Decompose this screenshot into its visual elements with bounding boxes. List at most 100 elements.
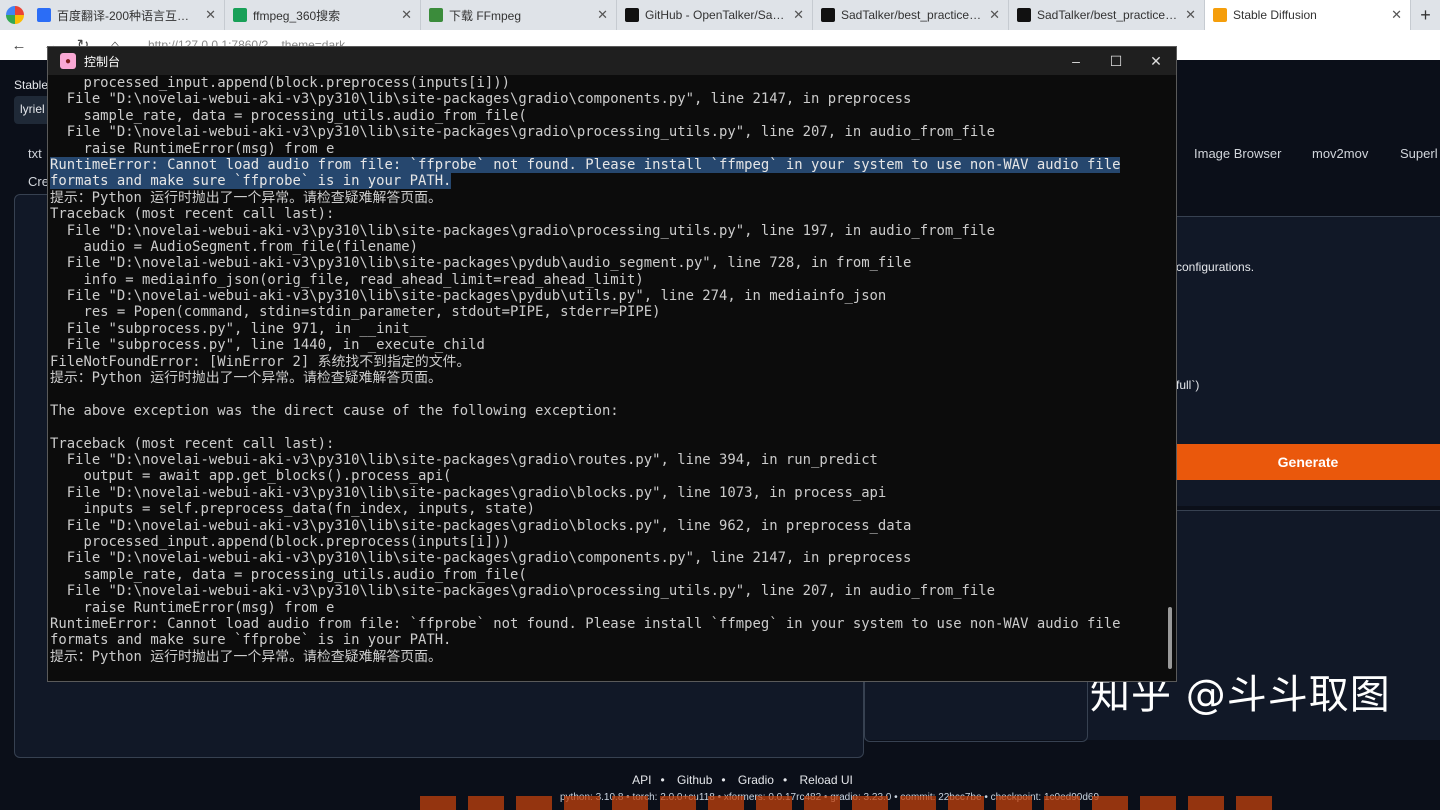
browser-tab-label: SadTalker/best_practice.md <box>1037 8 1180 22</box>
console-line: inputs = self.preprocess_data(fn_index, … <box>50 501 1150 517</box>
maximize-icon[interactable]: ☐ <box>1096 47 1136 75</box>
console-line-text: File "D:\novelai-webui-aki-v3\py310\lib\… <box>50 583 996 600</box>
console-scrollbar[interactable] <box>1168 607 1172 669</box>
console-line-text: Traceback (most recent call last): <box>50 206 335 223</box>
console-line: File "D:\novelai-webui-aki-v3\py310\lib\… <box>50 288 1150 304</box>
console-line-text: File "subprocess.py", line 1440, in _exe… <box>50 337 485 354</box>
console-line-text: raise RuntimeError(msg) from e <box>50 599 335 616</box>
back-arrow-icon[interactable]: ← <box>10 37 28 54</box>
console-line: 提示：Python 运行时抛出了一个异常。请检查疑难解答页面。 <box>50 370 1150 386</box>
console-line: Traceback (most recent call last): <box>50 206 1150 222</box>
create-label: Cre <box>28 174 49 189</box>
tab-txt2img[interactable]: txt <box>28 146 42 161</box>
footer-gradio-link[interactable]: Gradio <box>738 773 774 787</box>
console-line-text: output = await app.get_blocks().process_… <box>50 468 452 485</box>
console-line-text: raise RuntimeError(msg) from e <box>50 140 335 157</box>
browser-tab[interactable]: Stable Diffusion ✕ <box>1205 0 1411 30</box>
console-line: FileNotFoundError: [WinError 2] 系统找不到指定的… <box>50 354 1150 370</box>
browser-tab[interactable]: 百度翻译-200种语言互译、沟通 ✕ <box>29 0 225 30</box>
tab-close-icon[interactable]: ✕ <box>205 7 216 23</box>
console-line-text: formats and make sure `ffprobe` is in yo… <box>50 632 452 649</box>
console-line: RuntimeError: Cannot load audio from fil… <box>50 616 1150 632</box>
browser-tab[interactable]: GitHub - OpenTalker/SadTalker ✕ <box>617 0 813 30</box>
console-titlebar[interactable]: ● 控制台 – ☐ ✕ <box>48 47 1176 75</box>
console-line: info = mediainfo_json(orig_file, read_ah… <box>50 272 1150 288</box>
console-line-text: File "D:\novelai-webui-aki-v3\py310\lib\… <box>50 222 996 239</box>
tab-close-icon[interactable]: ✕ <box>1185 7 1196 23</box>
console-output[interactable]: processed_input.append(block.preprocess(… <box>50 75 1150 681</box>
console-title: 控制台 <box>84 54 121 69</box>
generate-button[interactable]: Generate <box>1176 444 1440 480</box>
tab-close-icon[interactable]: ✕ <box>597 7 608 23</box>
github-icon <box>625 8 639 22</box>
console-line-text: sample_rate, data = processing_utils.aud… <box>50 566 527 583</box>
console-line: File "D:\novelai-webui-aki-v3\py310\lib\… <box>50 223 1150 239</box>
console-line: File "D:\novelai-webui-aki-v3\py310\lib\… <box>50 583 1150 599</box>
full-text: full`) <box>1176 378 1200 392</box>
subtitle-overlay-strip <box>420 796 1280 810</box>
tab-image-browser[interactable]: Image Browser <box>1194 146 1281 161</box>
console-line: processed_input.append(block.preprocess(… <box>50 75 1150 91</box>
console-line-text: File "D:\novelai-webui-aki-v3\py310\lib\… <box>50 91 912 108</box>
console-line-text: File "D:\novelai-webui-aki-v3\py310\lib\… <box>50 517 912 534</box>
footer-api-link[interactable]: API <box>632 773 651 787</box>
browser-logo-icon[interactable] <box>0 0 29 30</box>
browser-tab-label: Stable Diffusion <box>1233 8 1317 22</box>
console-line-text: FileNotFoundError: [WinError 2] 系统找不到指定的… <box>50 353 471 370</box>
search-360-icon <box>233 8 247 22</box>
footer-reload-link[interactable]: Reload UI <box>800 773 853 787</box>
tab-superl[interactable]: Superl <box>1400 146 1438 161</box>
console-line-text: 提示：Python 运行时抛出了一个异常。请检查疑难解答页面。 <box>50 648 442 665</box>
window-controls: – ☐ ✕ <box>1056 47 1176 75</box>
console-line-text: File "D:\novelai-webui-aki-v3\py310\lib\… <box>50 451 878 468</box>
console-line-text: 提示：Python 运行时抛出了一个异常。请检查疑难解答页面。 <box>50 189 442 206</box>
browser-tab-label: SadTalker/best_practice.md <box>841 8 984 22</box>
console-line: The above exception was the direct cause… <box>50 403 1150 419</box>
browser-tab[interactable]: ffmpeg_360搜索 ✕ <box>225 0 421 30</box>
console-line-text: processed_input.append(block.preprocess(… <box>50 533 510 550</box>
console-line: audio = AudioSegment.from_file(filename) <box>50 239 1150 255</box>
footer-github-link[interactable]: Github <box>677 773 712 787</box>
translate-icon <box>37 8 51 22</box>
console-line: RuntimeError: Cannot load audio from fil… <box>50 156 1150 173</box>
console-line: sample_rate, data = processing_utils.aud… <box>50 108 1150 124</box>
new-tab-button[interactable]: + <box>1411 0 1440 30</box>
browser-tab[interactable]: SadTalker/best_practice.md ✕ <box>813 0 1009 30</box>
github-icon <box>1017 8 1031 22</box>
tab-close-icon[interactable]: ✕ <box>989 7 1000 23</box>
console-line-text: processed_input.append(block.preprocess(… <box>50 75 510 91</box>
console-line-text: inputs = self.preprocess_data(fn_index, … <box>50 501 536 518</box>
ffmpeg-icon <box>429 8 443 22</box>
close-icon[interactable]: ✕ <box>1136 47 1176 75</box>
console-line: output = await app.get_blocks().process_… <box>50 468 1150 484</box>
browser-tab-strip: 百度翻译-200种语言互译、沟通 ✕ ffmpeg_360搜索 ✕ 下载 FFmpeg ✕… <box>0 0 1440 30</box>
tab-close-icon[interactable]: ✕ <box>793 7 804 23</box>
tab-close-icon[interactable]: ✕ <box>1391 7 1402 23</box>
tab-close-icon[interactable]: ✕ <box>401 7 412 23</box>
console-line: File "D:\novelai-webui-aki-v3\py310\lib\… <box>50 550 1150 566</box>
tab-mov2mov[interactable]: mov2mov <box>1312 146 1368 161</box>
console-line: 提示：Python 运行时抛出了一个异常。请检查疑难解答页面。 <box>50 649 1150 665</box>
console-line: formats and make sure `ffprobe` is in yo… <box>50 632 1150 648</box>
console-line-text: info = mediainfo_json(orig_file, read_ah… <box>50 271 644 288</box>
console-window: ● 控制台 – ☐ ✕ processed_input.append(block… <box>47 46 1177 682</box>
browser-tab-label: GitHub - OpenTalker/SadTalker <box>645 8 787 22</box>
console-line-text: File "D:\novelai-webui-aki-v3\py310\lib\… <box>50 124 996 141</box>
console-line-text: RuntimeError: Cannot load audio from fil… <box>50 156 1121 173</box>
browser-tab[interactable]: SadTalker/best_practice.md ✕ <box>1009 0 1205 30</box>
minimize-icon[interactable]: – <box>1056 47 1096 75</box>
model-label: Stable <box>14 78 49 92</box>
console-line: raise RuntimeError(msg) from e <box>50 600 1150 616</box>
browser-tab[interactable]: 下载 FFmpeg ✕ <box>421 0 617 30</box>
console-line-text: sample_rate, data = processing_utils.aud… <box>50 107 527 124</box>
browser-tab-label: ffmpeg_360搜索 <box>253 8 341 23</box>
console-line: res = Popen(command, stdin=stdin_paramet… <box>50 304 1150 320</box>
console-line: File "D:\novelai-webui-aki-v3\py310\lib\… <box>50 91 1150 107</box>
console-line: 提示：Python 运行时抛出了一个异常。请检查疑难解答页面。 <box>50 190 1150 206</box>
console-line-text: res = Popen(command, stdin=stdin_paramet… <box>50 304 661 321</box>
console-line: formats and make sure `ffprobe` is in yo… <box>50 173 1150 190</box>
console-line-text: RuntimeError: Cannot load audio from fil… <box>50 615 1121 632</box>
console-line-text: The above exception was the direct cause… <box>50 402 619 419</box>
